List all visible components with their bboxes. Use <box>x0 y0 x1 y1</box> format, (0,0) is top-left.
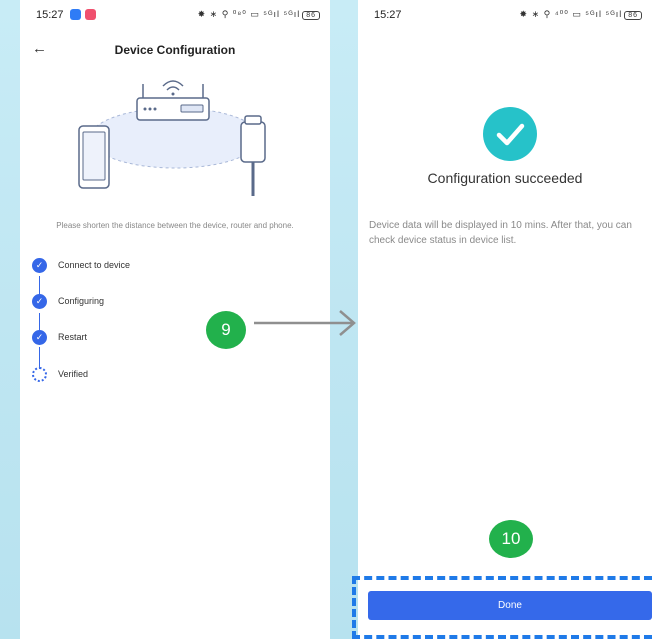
success-check-icon <box>483 107 537 161</box>
status-icons-text: ✸ ∗ ⚲ ⁴⁰⁰ ▭ ⁵ᴳıl ⁵ᴳıl <box>519 9 623 19</box>
step-label: Restart <box>58 332 88 342</box>
status-icons-text: ✸ ∗ ⚲ ⁰⁸⁰ ▭ ⁵ᴳıl ⁵ᴳıl <box>197 9 301 19</box>
check-icon: ✓ <box>32 330 47 345</box>
step-label: Connect to device <box>58 260 131 270</box>
router-icon <box>136 80 210 121</box>
status-icons: ✸ ∗ ⚲ ⁰⁸⁰ ▭ ⁵ᴳıl ⁵ᴳıl 86 <box>198 9 320 20</box>
battery-icon: 86 <box>624 11 642 20</box>
page-title: Device Configuration <box>114 43 236 57</box>
step-10-badge: 10 <box>489 520 533 558</box>
success-description: Device data will be displayed in 10 mins… <box>369 220 632 246</box>
success-title: Configuration succeeded <box>427 170 583 186</box>
step-label: Verified <box>58 369 89 379</box>
battery-icon: 86 <box>302 11 320 20</box>
status-bar: 15:27 ✸ ∗ ⚲ ⁴⁰⁰ ▭ ⁵ᴳıl ⁵ᴳıl 86 <box>358 0 652 30</box>
step-label: Configuring <box>58 296 105 306</box>
arrow-right-icon <box>254 310 356 336</box>
message-notification-icon <box>85 9 96 20</box>
app-notification-icon <box>70 9 81 20</box>
device-router-phone-illustration <box>78 80 266 196</box>
phone-icon <box>78 125 110 189</box>
status-icons: ✸ ∗ ⚲ ⁴⁰⁰ ▭ ⁵ᴳıl ⁵ᴳıl 86 <box>520 9 642 20</box>
step-9-badge: 9 <box>206 311 246 349</box>
inverter-icon <box>240 115 266 196</box>
status-time: 15:27 <box>36 9 64 21</box>
check-icon: ✓ <box>32 258 47 273</box>
check-icon: ✓ <box>32 294 47 309</box>
hint-text: Please shorten the distance between the … <box>56 221 294 230</box>
status-bar: 15:27 ✸ ∗ ⚲ ⁰⁸⁰ ▭ ⁵ᴳıl ⁵ᴳıl 86 <box>20 0 330 30</box>
step-connector <box>39 347 40 367</box>
done-button[interactable]: Done <box>368 591 652 620</box>
spinner-icon <box>32 367 47 382</box>
status-time: 15:27 <box>374 9 402 21</box>
